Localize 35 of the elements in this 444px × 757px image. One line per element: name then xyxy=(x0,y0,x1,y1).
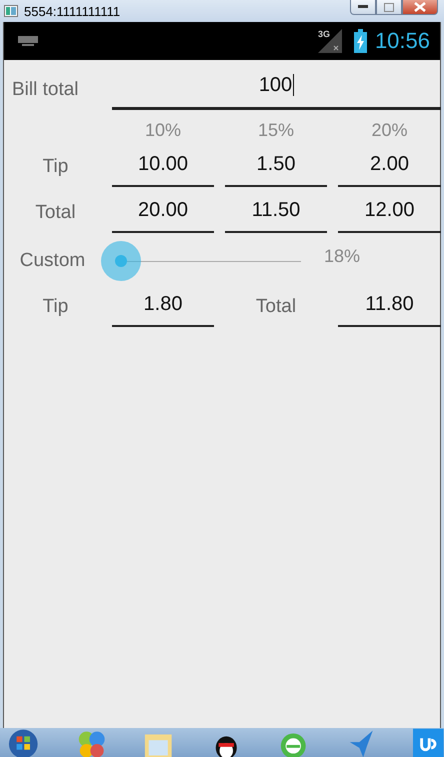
close-icon xyxy=(414,2,426,12)
signal-icon xyxy=(318,29,342,53)
amount-field[interactable]: 12.00 xyxy=(338,193,441,233)
close-button[interactable] xyxy=(402,0,438,15)
clock-time: 10:56 xyxy=(374,28,430,54)
maximize-button[interactable] xyxy=(376,0,402,15)
app-tile-icon[interactable] xyxy=(413,728,444,757)
amount-field[interactable]: 1.50 xyxy=(225,147,327,187)
maximize-icon xyxy=(384,2,394,12)
battery-icon xyxy=(354,29,367,53)
bill-total-label: Bill total xyxy=(11,79,80,101)
slider-thumb[interactable] xyxy=(101,241,141,281)
start-orb-icon[interactable] xyxy=(8,728,39,757)
custom-percent: 18% xyxy=(324,246,360,266)
network-label: 3G xyxy=(318,29,330,39)
row-label: Tip xyxy=(42,156,70,178)
percent-heading: 15% xyxy=(256,119,296,141)
amount-field[interactable]: 11.50 xyxy=(225,193,327,233)
amount-field[interactable]: 10.00 xyxy=(112,147,214,187)
row-label: Total xyxy=(34,202,77,224)
amount-field[interactable]: 20.00 xyxy=(112,193,214,233)
result-field[interactable]: 11.80 xyxy=(338,287,441,327)
result-field[interactable]: 1.80 xyxy=(112,287,214,327)
bill-total-field[interactable]: 100 xyxy=(112,70,441,110)
percent-heading: 10% xyxy=(144,119,182,141)
percent-heading: 20% xyxy=(370,119,409,141)
result-label: Tip xyxy=(42,296,70,318)
amount-field[interactable]: 2.00 xyxy=(338,147,441,187)
minimize-button[interactable] xyxy=(350,0,376,15)
result-label: Total xyxy=(254,296,298,318)
custom-label: Custom xyxy=(18,250,86,272)
app-icon xyxy=(4,5,18,17)
minimize-icon xyxy=(358,5,368,9)
keyboard-icon xyxy=(18,36,38,46)
window-title: 5554:1111111111 xyxy=(24,4,120,18)
